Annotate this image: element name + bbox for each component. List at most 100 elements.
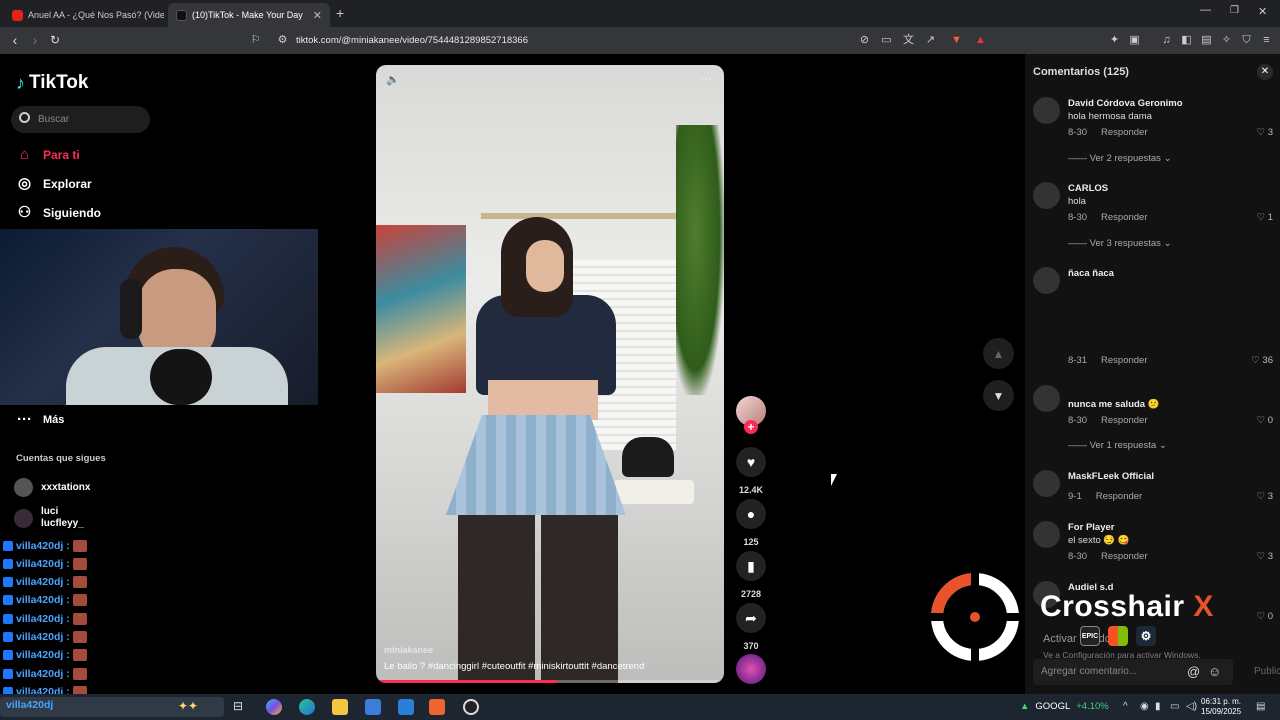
avatar[interactable] xyxy=(1033,521,1060,548)
music-icon[interactable]: ♫ xyxy=(1160,34,1173,47)
video-username[interactable]: miniakanee xyxy=(384,645,433,655)
tray-overflow-icon[interactable]: ^ xyxy=(1123,701,1128,712)
comment-like[interactable]: ♡ 3 xyxy=(1257,127,1273,138)
reply-button[interactable]: Responder xyxy=(1101,551,1147,562)
edge-icon[interactable] xyxy=(299,699,315,715)
follow-button[interactable]: + xyxy=(744,420,758,434)
sidebar-icon[interactable]: ◧ xyxy=(1180,34,1193,47)
wallet-icon[interactable]: ▤ xyxy=(1200,34,1213,47)
crosshair-app-icon[interactable] xyxy=(463,699,479,715)
forward-button[interactable]: › xyxy=(26,32,44,48)
comment-author[interactable]: ñaca ñaca xyxy=(1068,268,1114,279)
search-input[interactable]: Buscar xyxy=(11,106,150,133)
leo-icon[interactable]: ✧ xyxy=(1220,34,1233,47)
save-action[interactable]: ▮ 2728 xyxy=(736,551,766,599)
share-arrow-icon[interactable]: ➦ xyxy=(736,603,766,633)
more-options-icon[interactable]: ··· xyxy=(700,71,712,85)
emoji-icon[interactable]: ☺ xyxy=(1208,664,1221,679)
translate-icon[interactable]: 文 xyxy=(902,34,915,47)
tiktok-logo[interactable]: ♪ TikTok xyxy=(16,72,88,94)
nav-more[interactable]: ··· Más xyxy=(16,411,64,428)
mail-icon[interactable] xyxy=(398,699,414,715)
comment-like[interactable]: ♡ 36 xyxy=(1251,355,1273,366)
site-info-icon[interactable]: ⚙ xyxy=(276,34,289,47)
translate-off-icon[interactable]: ⊘ xyxy=(858,34,871,47)
location-icon[interactable]: ◉ xyxy=(1140,701,1149,712)
nav-explore[interactable]: ◎ Explorar xyxy=(16,175,92,192)
menu-icon[interactable]: ≡ xyxy=(1260,34,1273,47)
publish-button[interactable]: Publicar xyxy=(1254,666,1280,677)
mic-icon[interactable]: ▮ xyxy=(1155,701,1161,712)
copilot-icon[interactable] xyxy=(266,699,282,715)
music-disc-icon[interactable] xyxy=(736,654,766,684)
reply-button[interactable]: Responder xyxy=(1101,127,1147,138)
bookmark-icon[interactable]: ▮ xyxy=(736,551,766,581)
close-comments-button[interactable]: ✕ xyxy=(1257,64,1273,80)
heart-icon[interactable]: ♥ xyxy=(736,447,766,477)
following-item[interactable]: xxxtationx xyxy=(14,478,90,497)
next-video-button[interactable]: ▼ xyxy=(983,380,1014,411)
volume-icon[interactable]: 🔈 xyxy=(386,73,400,86)
comment-like[interactable]: ♡ 3 xyxy=(1257,491,1273,502)
share-action[interactable]: ➦ 370 xyxy=(736,603,766,651)
taskbar-search[interactable]: villa420dj ✦✦ xyxy=(0,697,224,717)
bookmark-icon[interactable]: ⚐ xyxy=(249,34,262,47)
file-explorer-icon[interactable] xyxy=(332,699,348,715)
brave-icon[interactable] xyxy=(429,699,445,715)
restore-button[interactable]: ❐ xyxy=(1230,5,1239,16)
reply-button[interactable]: Responder xyxy=(1101,415,1147,426)
comment-like[interactable]: ♡ 0 xyxy=(1257,611,1273,622)
back-button[interactable]: ‹ xyxy=(6,32,24,48)
store-icon[interactable] xyxy=(365,699,381,715)
nav-for-you[interactable]: ⌂ Para ti xyxy=(16,146,80,163)
brave-shield-icon[interactable]: ▼ xyxy=(950,34,963,47)
brave-rewards-icon[interactable]: ▲ xyxy=(974,34,987,47)
reply-button[interactable]: Responder xyxy=(1096,491,1142,502)
task-view-icon[interactable]: ⊟ xyxy=(233,699,249,715)
tab-tiktok[interactable]: (10)TikTok - Make Your Day ✕ xyxy=(168,3,330,27)
avatar[interactable] xyxy=(1033,182,1060,209)
comment-input[interactable]: Agregar comentario... xyxy=(1033,659,1233,685)
nav-following[interactable]: ⚇ Siguiendo xyxy=(16,204,101,221)
mention-icon[interactable]: @ xyxy=(1187,664,1200,679)
screenshot-icon[interactable]: ▣ xyxy=(1128,34,1141,47)
following-item[interactable]: luci lucfleyy_ xyxy=(14,506,84,530)
close-tab-icon[interactable]: ✕ xyxy=(313,9,322,22)
avatar[interactable] xyxy=(1033,385,1060,412)
tab-youtube[interactable]: Anuel AA - ¿Qué Nos Pasó? (Video O xyxy=(4,3,164,27)
comment-like[interactable]: ♡ 0 xyxy=(1257,415,1273,426)
avatar[interactable] xyxy=(1033,267,1060,294)
notifications-icon[interactable]: ▤ xyxy=(1256,701,1265,712)
comment-action[interactable]: ● 125 xyxy=(736,499,766,547)
view-replies-button[interactable]: —— Ver 3 respuestas ⌄ xyxy=(1068,238,1172,249)
comment-author[interactable]: For Player xyxy=(1068,522,1114,533)
view-replies-button[interactable]: —— Ver 2 respuestas ⌄ xyxy=(1068,153,1172,164)
comment-author[interactable]: David Córdova Geronimo xyxy=(1068,98,1183,109)
view-replies-button[interactable]: —— Ver 1 respuesta ⌄ xyxy=(1068,440,1167,451)
comment-icon[interactable]: ● xyxy=(736,499,766,529)
close-window-button[interactable]: ✕ xyxy=(1258,5,1267,18)
avatar[interactable] xyxy=(1033,97,1060,124)
network-icon[interactable]: ▭ xyxy=(1170,701,1179,712)
comment-like[interactable]: ♡ 3 xyxy=(1257,551,1273,562)
reply-button[interactable]: Responder xyxy=(1101,355,1147,366)
like-action[interactable]: ♥ 12.4K xyxy=(736,447,766,495)
video-progress-bar[interactable] xyxy=(376,680,724,683)
minimize-button[interactable]: — xyxy=(1200,4,1211,16)
reply-button[interactable]: Responder xyxy=(1101,212,1147,223)
new-tab-button[interactable]: + xyxy=(336,5,344,21)
share-icon[interactable]: ↗ xyxy=(924,34,937,47)
cast-icon[interactable]: ▭ xyxy=(880,34,893,47)
url-field[interactable]: tiktok.com/@miniakanee/video/75444812898… xyxy=(296,35,528,46)
avatar[interactable] xyxy=(1033,470,1060,497)
volume-icon[interactable]: ◁) xyxy=(1186,701,1197,712)
reload-button[interactable]: ↻ xyxy=(46,33,64,47)
previous-video-button[interactable]: ▲ xyxy=(983,338,1014,369)
comment-author[interactable]: CARLOS xyxy=(1068,183,1108,194)
video-player[interactable]: 🔈 ··· miniakanee Le bailo ? #dancinggirl… xyxy=(376,65,724,683)
vpn-icon[interactable]: ⛉ xyxy=(1240,34,1253,47)
stock-ticker[interactable]: ▲ GOOGL +4.10% xyxy=(1020,701,1109,712)
comment-like[interactable]: ♡ 1 xyxy=(1257,212,1273,223)
comment-author[interactable]: MaskFLeek Official xyxy=(1068,471,1154,482)
system-clock[interactable]: 06:31 p. m. 15/09/2025 xyxy=(1201,697,1241,717)
